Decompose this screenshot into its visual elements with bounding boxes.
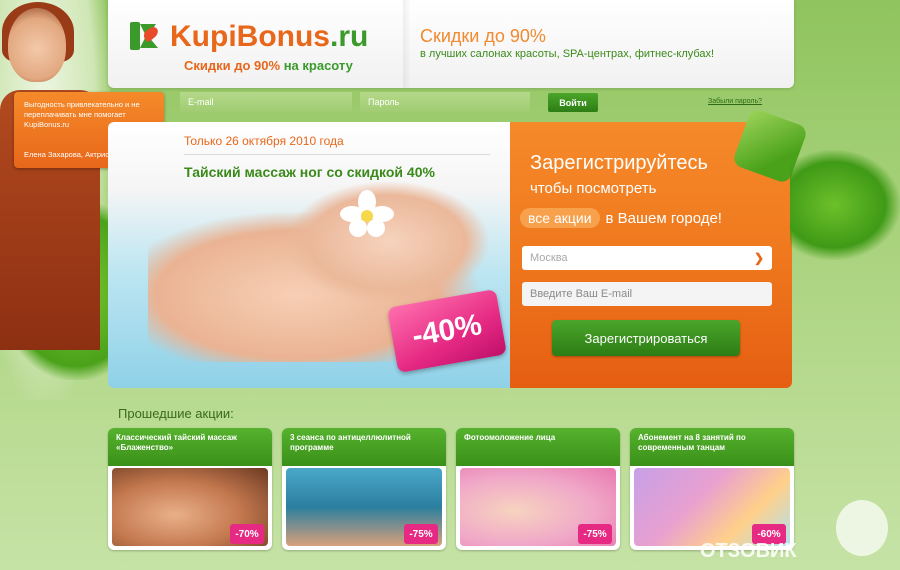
- past-deal-title: Фотоомоложение лица: [456, 428, 620, 466]
- logo-icon[interactable]: [130, 18, 166, 54]
- header-promo-subtitle: в лучших салонах красоты, SPA-центрах, ф…: [420, 48, 715, 60]
- site-header: KupiBonus.ru Скидки до 90% на красоту Ск…: [108, 0, 794, 88]
- deal-date: Только 26 октября 2010 года: [184, 134, 344, 148]
- past-deals-list: Классический тайский массаж «Блаженство»…: [108, 428, 794, 552]
- register-panel: Зарегистрируйтесь чтобы посмотреть все а…: [510, 107, 809, 388]
- past-deal-card[interactable]: Фотоомоложение лица -75%: [456, 428, 620, 550]
- city-select-value: Москва: [530, 252, 568, 264]
- forgot-password-link[interactable]: Забыли пароль?: [708, 98, 762, 105]
- past-deal-card[interactable]: Классический тайский массаж «Блаженство»…: [108, 428, 272, 550]
- register-button[interactable]: Зарегистрироваться: [552, 320, 740, 356]
- past-deal-discount: -70%: [230, 524, 264, 544]
- past-deal-title: 3 сеанса по антицеллюлитной программе: [282, 428, 446, 466]
- watermark-logo-icon: [836, 500, 888, 556]
- header-promo-title: Скидки до 90%: [420, 26, 546, 46]
- deal-title-accent: скидкой 40%: [346, 164, 435, 180]
- watermark-text: ОТЗОВИК: [700, 540, 797, 562]
- header-divider: [403, 0, 411, 88]
- tagline-tail: на красоту: [283, 58, 353, 73]
- past-deal-discount: -75%: [578, 524, 612, 544]
- login-bar: Войти Забыли пароль?: [180, 92, 790, 116]
- green-ribbon-decoration: [790, 150, 900, 260]
- quote-author: Елена Захарова, Актриса: [24, 150, 114, 159]
- past-deal-card[interactable]: 3 сеанса по антицеллюлитной программе -7…: [282, 428, 446, 550]
- logo-name: KupiBonus: [170, 20, 330, 53]
- celebrity-face: [8, 8, 66, 82]
- deal-title-lead: Тайский массаж ног со: [184, 164, 343, 180]
- register-subtitle: чтобы посмотреть: [530, 180, 657, 197]
- register-email-input[interactable]: [522, 282, 772, 306]
- past-deal-title: Абонемент на 8 занятий по современным та…: [630, 428, 794, 466]
- tagline-lead: Скидки до 90%: [184, 58, 281, 73]
- login-email-input[interactable]: [180, 92, 352, 112]
- chevron-down-icon: ❯: [753, 251, 764, 265]
- city-select[interactable]: Москва ❯: [522, 246, 772, 270]
- login-password-input[interactable]: [360, 92, 530, 112]
- register-line3-tail: в Вашем городе!: [605, 209, 722, 227]
- logo-tagline: Скидки до 90% на красоту: [184, 58, 353, 73]
- past-deal-discount: -75%: [404, 524, 438, 544]
- featured-deal[interactable]: Только 26 октября 2010 года Тайский масс…: [108, 122, 514, 388]
- register-title: Зарегистрируйтесь: [530, 152, 708, 174]
- logo-wordmark[interactable]: KupiBonus.ru: [170, 20, 368, 54]
- past-deal-title: Классический тайский массаж «Блаженство»: [108, 428, 272, 466]
- deal-title: Тайский массаж ног со скидкой 40%: [184, 164, 435, 180]
- past-deal-card[interactable]: Абонемент на 8 занятий по современным та…: [630, 428, 794, 550]
- register-line3: все акции в Вашем городе!: [520, 208, 722, 228]
- deal-separator: [184, 154, 490, 155]
- login-button[interactable]: Войти: [548, 93, 598, 112]
- frangipani-flower-icon: [340, 190, 394, 237]
- all-deals-pill[interactable]: все акции: [520, 208, 600, 228]
- past-deals-title: Прошедшие акции:: [118, 406, 234, 421]
- logo-domain: .ru: [329, 20, 369, 53]
